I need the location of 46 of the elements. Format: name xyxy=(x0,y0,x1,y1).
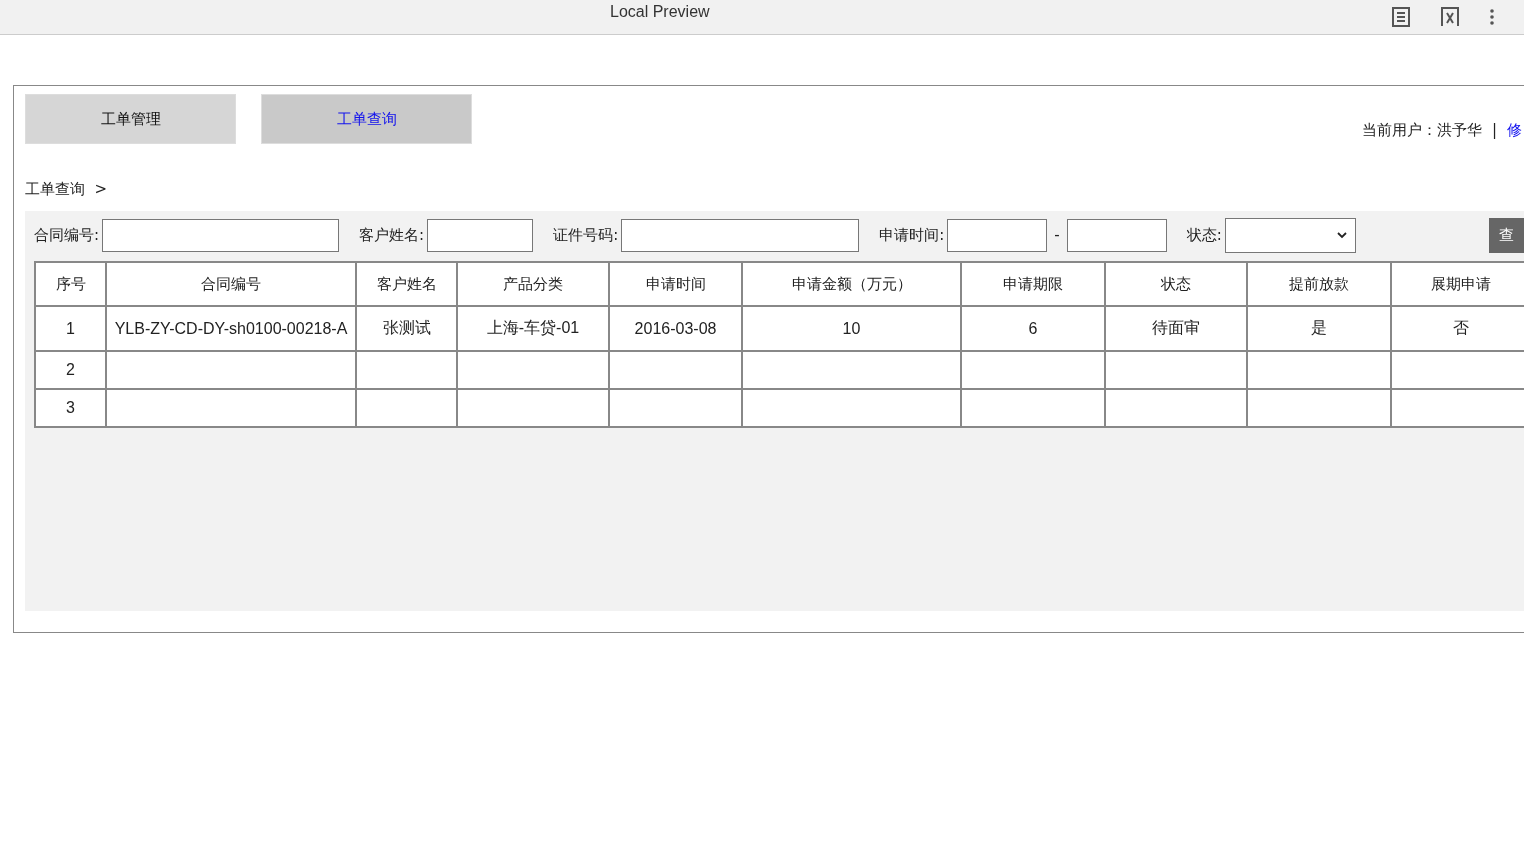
column-header: 状态 xyxy=(1105,262,1247,306)
window-title: Local Preview xyxy=(610,3,710,21)
table-cell: 3 xyxy=(66,399,75,416)
column-header: 合同编号 xyxy=(106,262,356,306)
table-cell: 待面审 xyxy=(1152,319,1200,336)
field-label: 状态: xyxy=(1186,225,1222,245)
table-cell: YLB-ZY-CD-DY-sh0100-00218-A xyxy=(114,319,348,337)
column-header: 申请时间 xyxy=(609,262,742,306)
table-cell: 上海-车贷-01 xyxy=(486,319,580,336)
column-header: 产品分类 xyxy=(457,262,609,306)
range-separator: - xyxy=(1054,226,1060,244)
column-header: 提前放款 xyxy=(1247,262,1391,306)
field-label: 证件号码: xyxy=(553,225,619,245)
separator: | xyxy=(1491,121,1497,140)
table-cell: 2016-03-08 xyxy=(634,319,717,337)
variable-icon[interactable] xyxy=(1440,7,1460,27)
column-header: 客户姓名 xyxy=(356,262,457,306)
column-header: 展期申请 xyxy=(1391,262,1524,306)
more-icon[interactable] xyxy=(1490,9,1494,25)
input-field[interactable] xyxy=(621,218,860,252)
field-label: 申请时间: xyxy=(879,225,945,245)
edit-link[interactable]: 修 xyxy=(1507,121,1522,140)
search-button[interactable]: 查 xyxy=(1489,217,1524,253)
table-cell: 1 xyxy=(66,319,75,337)
table-cell: 6 xyxy=(1028,319,1038,337)
input-field[interactable] xyxy=(427,218,534,252)
tab[interactable]: 工单管理 xyxy=(25,94,236,144)
table-cell: 张测试 xyxy=(382,319,431,336)
table-cell: 是 xyxy=(1311,319,1327,336)
user-label: 当前用户：洪予华 xyxy=(1361,121,1482,140)
field-label: 合同编号: xyxy=(34,225,100,245)
column-header: 申请金额（万元） xyxy=(742,262,961,306)
tab[interactable]: 工单查询 xyxy=(261,94,472,144)
table-cell: 2 xyxy=(66,361,75,378)
chevron-icon xyxy=(1336,231,1347,239)
date-field[interactable] xyxy=(947,218,1048,252)
column-header: 申请期限 xyxy=(961,262,1105,306)
table-cell: 否 xyxy=(1453,319,1469,336)
document-icon[interactable] xyxy=(1392,7,1410,27)
status-dropdown[interactable] xyxy=(1224,217,1356,253)
date-field[interactable] xyxy=(1066,218,1167,252)
column-header: 序号 xyxy=(35,262,106,306)
input-field[interactable] xyxy=(102,218,340,252)
breadcrumb: 工单查询 > xyxy=(25,180,109,199)
field-label: 客户姓名: xyxy=(359,225,425,245)
table-cell: 10 xyxy=(842,319,861,337)
